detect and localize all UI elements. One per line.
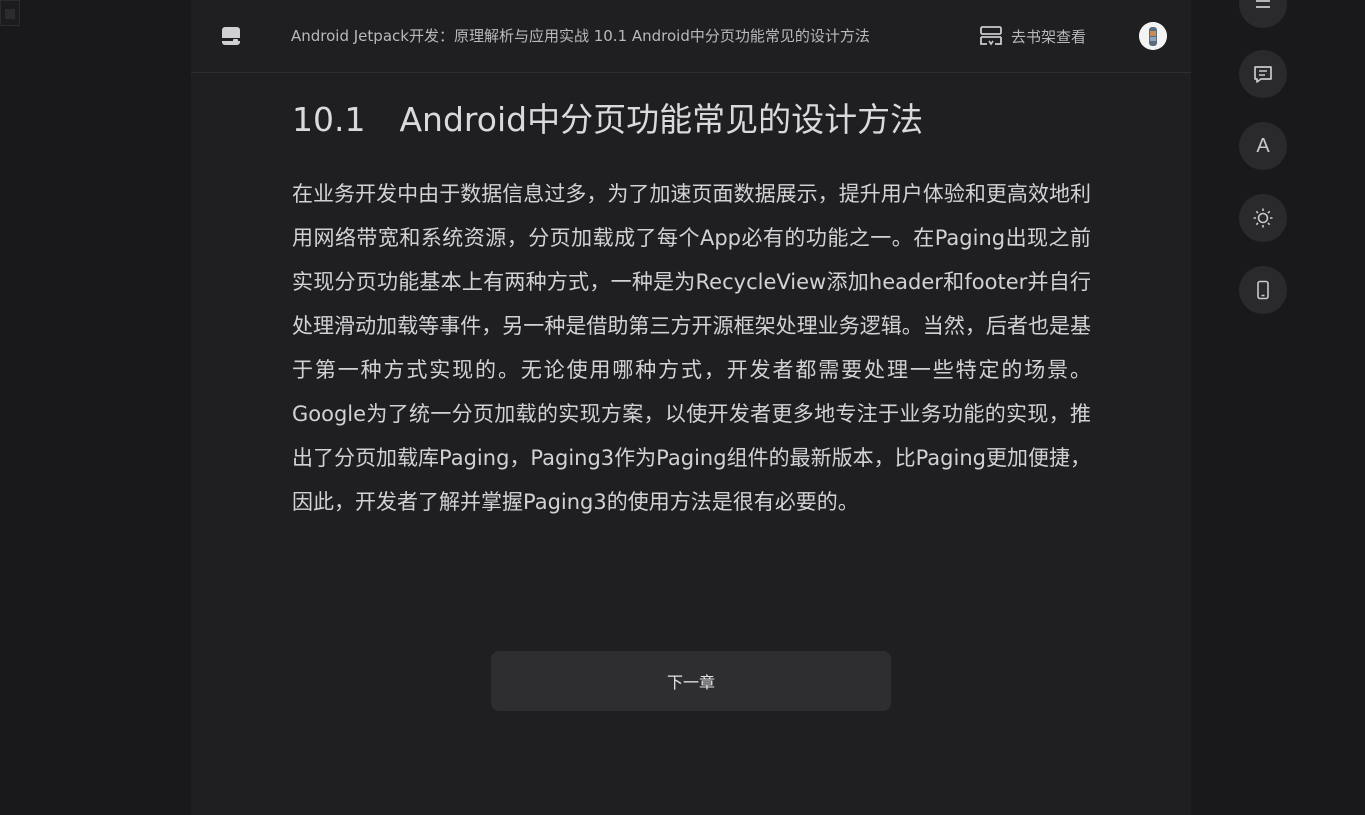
device-mode-button[interactable] bbox=[1239, 266, 1287, 314]
chapter-heading-text: Android中分页功能常见的设计方法 bbox=[399, 100, 924, 139]
book-icon[interactable] bbox=[221, 26, 241, 46]
chapter-heading: 10.1 Android中分页功能常见的设计方法 bbox=[292, 94, 1112, 146]
next-chapter-button[interactable]: 下一章 bbox=[491, 651, 891, 711]
chapter-paragraph: 在业务开发中由于数据信息过多，为了加速页面数据展示，提升用户体验和更高效地利用网… bbox=[292, 182, 1091, 514]
user-avatar[interactable] bbox=[1139, 22, 1167, 50]
corner-placeholder-inner bbox=[5, 9, 15, 19]
font-settings-button[interactable]: A bbox=[1239, 122, 1287, 170]
book-chapter-title: Android Jetpack开发：原理解析与应用实战 10.1 Android… bbox=[291, 27, 870, 45]
chapter-number: 10.1 bbox=[292, 100, 366, 139]
reader-panel: Android Jetpack开发：原理解析与应用实战 10.1 Android… bbox=[191, 0, 1191, 815]
phone-icon bbox=[1257, 280, 1269, 300]
reader-topbar: Android Jetpack开发：原理解析与应用实战 10.1 Android… bbox=[191, 0, 1191, 73]
menu-icon bbox=[1256, 0, 1270, 8]
corner-placeholder bbox=[0, 0, 20, 26]
font-icon: A bbox=[1256, 134, 1270, 157]
bookshelf-label: 去书架查看 bbox=[1011, 27, 1087, 46]
notes-icon bbox=[1254, 66, 1272, 83]
bookshelf-icon bbox=[980, 26, 1002, 46]
go-to-bookshelf-button[interactable]: 去书架查看 bbox=[979, 24, 1086, 48]
notes-button[interactable] bbox=[1239, 50, 1287, 98]
brightness-icon bbox=[1253, 208, 1273, 228]
table-of-contents-button[interactable] bbox=[1239, 0, 1287, 28]
brightness-button[interactable] bbox=[1239, 194, 1287, 242]
